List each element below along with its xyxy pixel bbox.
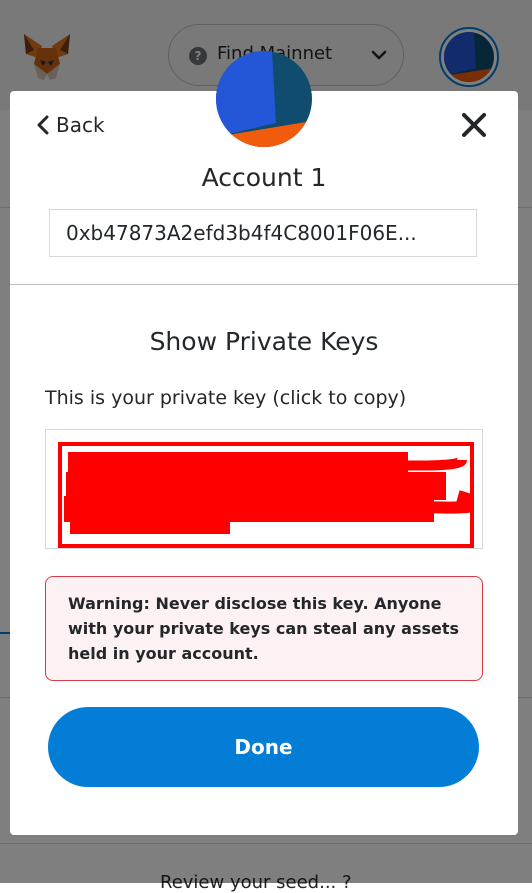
account-name: Account 1 [201, 163, 327, 192]
account-address[interactable]: 0xb47873A2efd3b4f4C8001F06E... [49, 209, 477, 257]
redaction-scribble [64, 452, 470, 534]
redaction-box [58, 442, 474, 548]
back-button[interactable]: Back [36, 113, 105, 137]
warning-box: Warning: Never disclose this key. Anyone… [45, 576, 483, 681]
copy-hint-label: This is your private key (click to copy) [45, 387, 407, 409]
private-key-box[interactable] [45, 429, 483, 549]
account-avatar [216, 51, 312, 147]
modal-divider [10, 284, 518, 285]
done-button[interactable]: Done [48, 707, 479, 787]
section-title: Show Private Keys [149, 327, 379, 356]
jazzicon-icon [216, 51, 312, 147]
chevron-left-icon [37, 115, 49, 135]
export-private-key-modal: Back Account 1 0xb47873A2efd3b4f4C8001F0… [10, 51, 518, 835]
close-icon[interactable] [460, 111, 488, 139]
back-label: Back [56, 113, 105, 137]
